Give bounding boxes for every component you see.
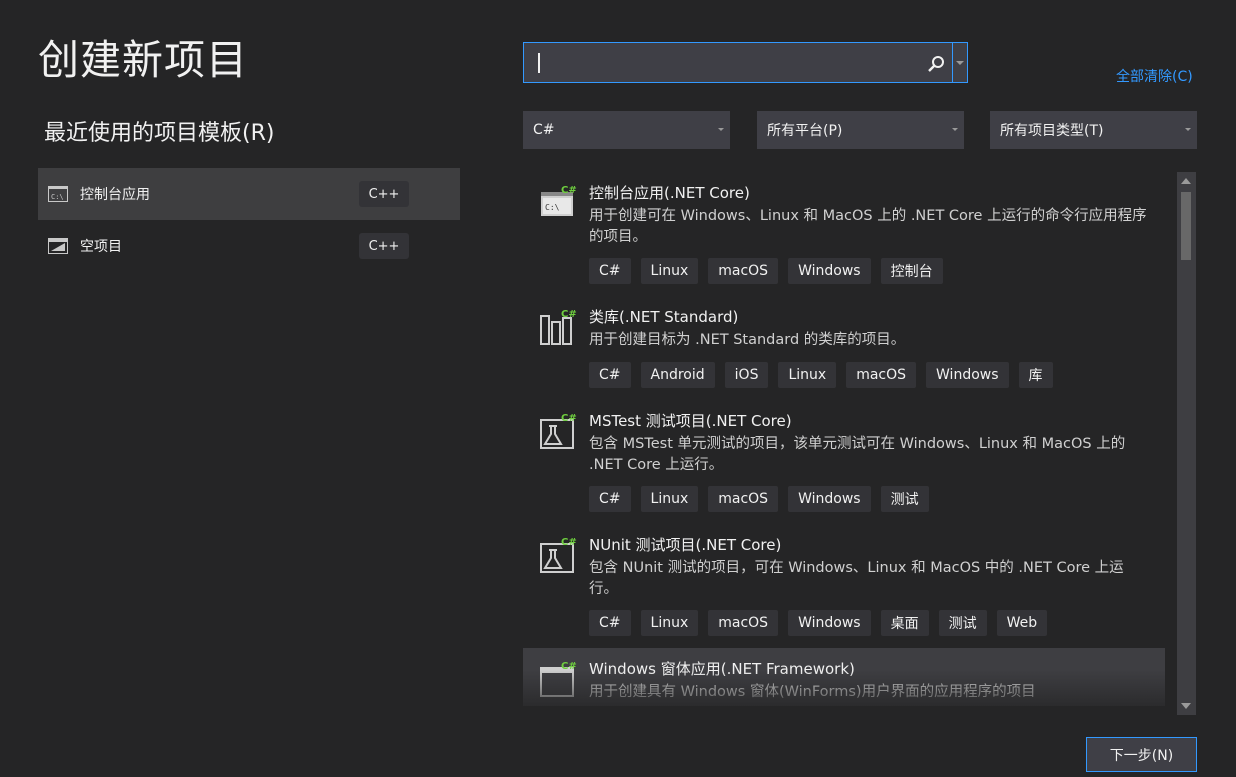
platform-filter-select[interactable]: 所有平台(P) xyxy=(757,111,964,149)
svg-text:C:\: C:\ xyxy=(545,203,560,212)
next-button[interactable]: 下一步(N) xyxy=(1086,737,1197,772)
template-description: 用于创建可在 Windows、Linux 和 MacOS 上的 .NET Cor… xyxy=(589,208,1147,245)
tag: Linux xyxy=(778,362,837,388)
svg-text:C#: C# xyxy=(561,309,577,320)
svg-text:C#: C# xyxy=(561,413,577,424)
template-name: 类库(.NET Standard) xyxy=(589,308,739,326)
template-name: NUnit 测试项目(.NET Core) xyxy=(589,536,782,554)
console-icon: C:\ xyxy=(48,186,68,202)
page-title: 创建新项目 xyxy=(38,36,248,84)
template-tags: C# Linux macOS Windows 控制台 xyxy=(589,258,943,284)
empty-project-icon xyxy=(48,238,68,254)
scroll-up-arrow-icon[interactable] xyxy=(1181,178,1191,184)
template-list-scrollbar[interactable] xyxy=(1177,172,1196,715)
template-nunit[interactable]: C# NUnit 测试项目(.NET Core) 包含 NUnit 测试的项目，… xyxy=(523,524,1165,648)
windows-form-icon: C# xyxy=(539,660,579,700)
recent-item-label: 空项目 xyxy=(80,239,122,255)
template-mstest[interactable]: C# MSTest 测试项目(.NET Core) 包含 MSTest 单元测试… xyxy=(523,400,1165,524)
tag: C# xyxy=(589,258,631,284)
tag: Windows xyxy=(926,362,1009,388)
svg-text:C:\: C:\ xyxy=(51,193,64,201)
recent-templates-heading: 最近使用的项目模板(R) xyxy=(44,121,275,146)
template-description: 包含 MSTest 单元测试的项目，该单元测试可在 Windows、Linux … xyxy=(589,436,1126,473)
project-type-filter-select[interactable]: 所有项目类型(T) xyxy=(990,111,1197,149)
tag: Windows xyxy=(788,486,871,512)
console-app-icon: C:\ C# xyxy=(539,184,579,224)
language-filter-select[interactable]: C# xyxy=(523,111,730,149)
tag: Web xyxy=(996,610,1048,636)
tag: 控制台 xyxy=(880,258,943,284)
class-library-icon: C# xyxy=(539,308,579,348)
tag: Android xyxy=(640,362,715,388)
tag: macOS xyxy=(708,258,779,284)
text-cursor xyxy=(538,53,540,73)
tag: iOS xyxy=(724,362,769,388)
tag: 测试 xyxy=(938,610,987,636)
tag: C# xyxy=(589,486,631,512)
template-name: Windows 窗体应用(.NET Framework) xyxy=(589,660,855,678)
recent-item-empty-project[interactable]: 空项目 C++ xyxy=(38,220,460,272)
tag: Linux xyxy=(640,486,699,512)
template-description: 包含 NUnit 测试的项目，可在 Windows、Linux 和 MacOS … xyxy=(589,560,1124,597)
test-flask-icon: C# xyxy=(539,536,579,576)
template-name: 控制台应用(.NET Core) xyxy=(589,184,750,202)
tag: 测试 xyxy=(880,486,929,512)
search-history-dropdown[interactable] xyxy=(952,43,967,82)
tag: Windows xyxy=(788,610,871,636)
tag: Linux xyxy=(640,258,699,284)
tag: macOS xyxy=(708,486,779,512)
tag: 桌面 xyxy=(880,610,929,636)
tag: macOS xyxy=(708,610,779,636)
template-console-app[interactable]: C:\ C# 控制台应用(.NET Core) 用于创建可在 Windows、Li… xyxy=(523,172,1165,296)
tag: C# xyxy=(589,610,631,636)
template-name: MSTest 测试项目(.NET Core) xyxy=(589,412,792,430)
template-description: 用于创建目标为 .NET Standard 的类库的项目。 xyxy=(589,332,906,348)
clear-all-link[interactable]: 全部清除(C) xyxy=(1116,66,1193,86)
search-input[interactable] xyxy=(523,42,968,83)
search-icon[interactable] xyxy=(927,55,945,73)
language-badge: C++ xyxy=(359,181,409,207)
recent-item-console-app[interactable]: C:\ 控制台应用 C++ xyxy=(38,168,460,220)
svg-text:C#: C# xyxy=(561,537,577,548)
template-tags: C# Linux macOS Windows 测试 xyxy=(589,486,929,512)
tag: macOS xyxy=(846,362,917,388)
template-windows-forms[interactable]: C# Windows 窗体应用(.NET Framework) 用于创建具有 W… xyxy=(523,648,1165,706)
tag: C# xyxy=(589,362,631,388)
svg-text:C#: C# xyxy=(561,661,577,672)
template-tags: C# Linux macOS Windows 桌面 测试 Web xyxy=(589,610,1048,636)
template-class-library[interactable]: C# 类库(.NET Standard) 用于创建目标为 .NET Standa… xyxy=(523,296,1165,400)
svg-text:C#: C# xyxy=(561,185,577,196)
tag: Windows xyxy=(788,258,871,284)
language-badge: C++ xyxy=(359,233,409,259)
test-flask-icon: C# xyxy=(539,412,579,452)
template-tags: C# Android iOS Linux macOS Windows 库 xyxy=(589,362,1053,388)
recent-item-label: 控制台应用 xyxy=(80,187,150,203)
template-description: 用于创建具有 Windows 窗体(WinForms)用户界面的应用程序的项目 xyxy=(589,684,1036,700)
tag: Linux xyxy=(640,610,699,636)
scroll-down-arrow-icon[interactable] xyxy=(1181,703,1191,709)
scroll-thumb[interactable] xyxy=(1181,192,1191,260)
tag: 库 xyxy=(1018,362,1053,388)
